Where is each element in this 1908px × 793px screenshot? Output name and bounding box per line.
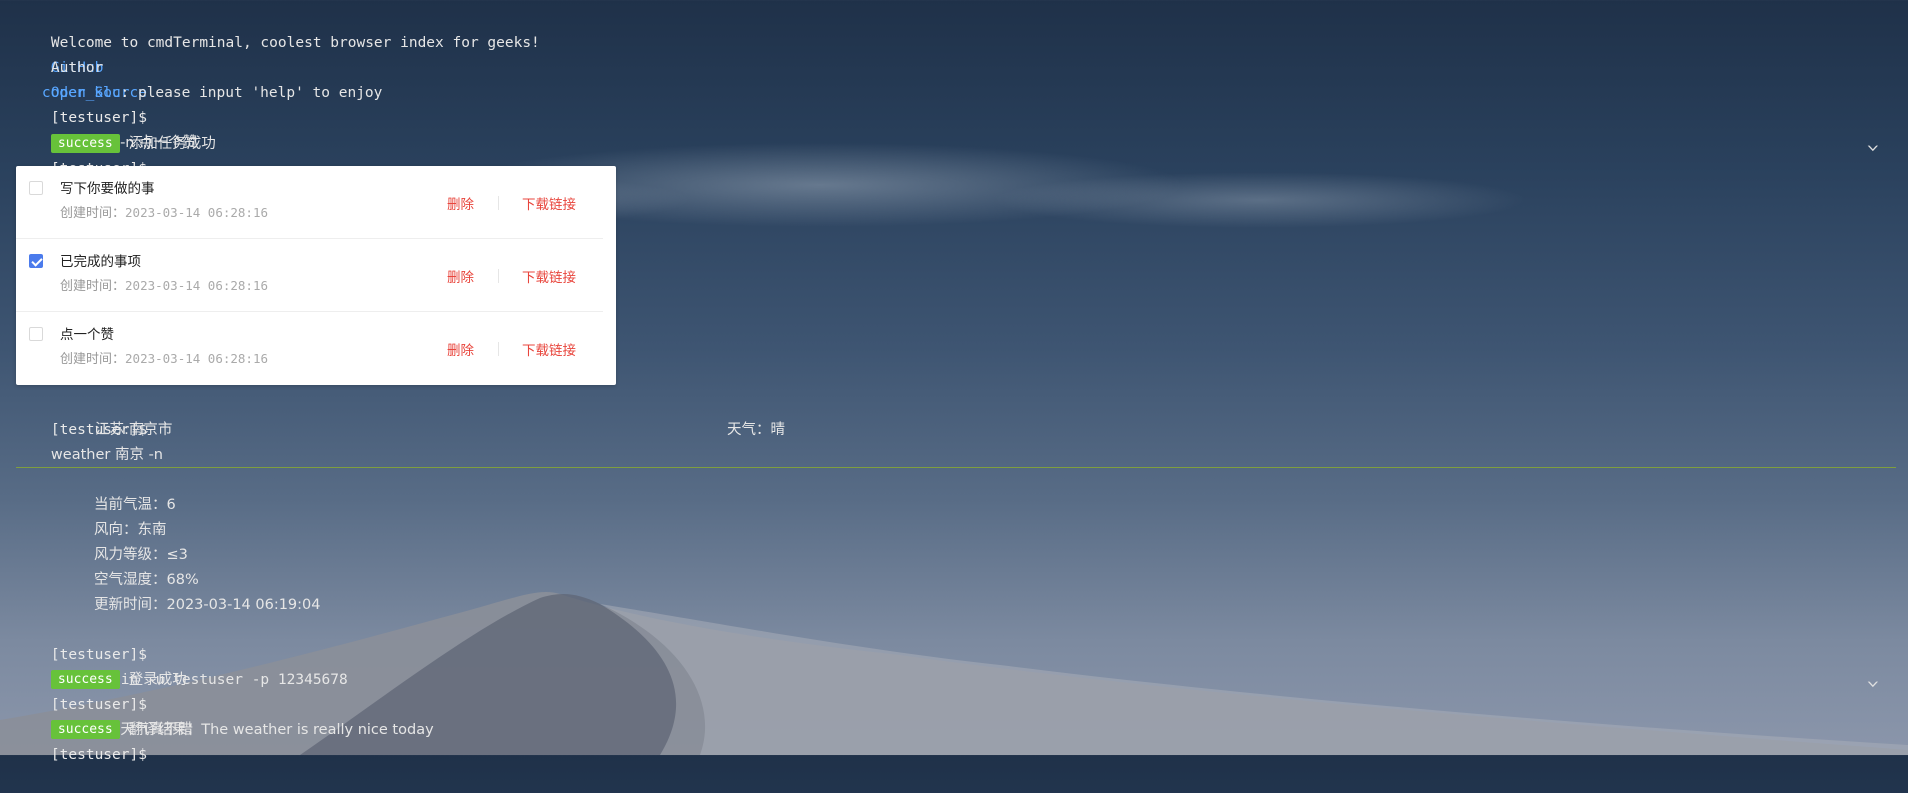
delete-button[interactable]: 删除	[447, 339, 474, 359]
author-prefix: Author	[50, 60, 104, 76]
weather-wind-level: 风力等级：≤3	[94, 547, 188, 563]
delete-button[interactable]: 删除	[447, 193, 474, 213]
download-link-button[interactable]: 下载链接	[522, 266, 576, 286]
weather-condition: 天气：晴	[727, 422, 785, 438]
command-line: [testuser]$ weather 南京 -n	[16, 393, 163, 493]
todo-title: 写下你要做的事	[60, 181, 155, 197]
todo-created: 创建时间：2023-03-14 06:28:16	[60, 275, 268, 294]
chevron-down-icon[interactable]: ⌄	[1866, 134, 1879, 153]
current-input-line[interactable]: [testuser]$	[16, 718, 147, 793]
todo-item: 点一个赞 创建时间：2023-03-14 06:28:16 删除 下载链接	[16, 312, 603, 384]
weather-location: 江苏:南京市	[95, 422, 173, 438]
weather-humidity: 空气湿度：68%	[94, 572, 199, 588]
created-label: 创建时间：	[60, 352, 126, 367]
todo-item: 已完成的事项 创建时间：2023-03-14 06:28:16 删除 下载链接	[16, 239, 603, 312]
todo-created: 创建时间：2023-03-14 06:28:16	[60, 348, 268, 367]
created-time: 2023-03-14 06:28:16	[125, 278, 269, 293]
download-link-button[interactable]: 下载链接	[522, 193, 576, 213]
chevron-down-icon[interactable]: ⌄	[1866, 670, 1879, 689]
created-label: 创建时间：	[60, 279, 126, 294]
todo-title: 点一个赞	[60, 327, 114, 343]
todo-checkbox[interactable]	[29, 254, 43, 268]
prompt: [testuser]$	[50, 747, 147, 763]
todo-title: 已完成的事项	[60, 254, 141, 270]
weather-wind-direction: 风向：东南	[94, 522, 167, 538]
created-label: 创建时间：	[60, 206, 126, 221]
todo-list: 写下你要做的事 创建时间：2023-03-14 06:28:16 删除 下载链接…	[16, 166, 616, 385]
todo-item: 写下你要做的事 创建时间：2023-03-14 06:28:16 删除 下载链接	[16, 166, 603, 239]
weather-divider	[16, 467, 1896, 468]
weather-update-time: 更新时间：2023-03-14 06:19:04	[94, 597, 321, 613]
download-link-button[interactable]: 下载链接	[522, 339, 576, 359]
command-text: weather 南京 -n	[50, 447, 163, 463]
weather-temperature: 当前气温：6	[94, 497, 176, 513]
created-time: 2023-03-14 06:28:16	[125, 205, 269, 220]
created-time: 2023-03-14 06:28:16	[125, 351, 269, 366]
todo-checkbox[interactable]	[29, 181, 43, 195]
action-divider	[498, 342, 499, 356]
delete-button[interactable]: 删除	[447, 266, 474, 286]
action-divider	[498, 196, 499, 210]
todo-checkbox[interactable]	[29, 327, 43, 341]
todo-created: 创建时间：2023-03-14 06:28:16	[60, 202, 268, 221]
output-text: 翻译结果：The weather is really nice today	[128, 722, 434, 738]
action-divider	[498, 269, 499, 283]
